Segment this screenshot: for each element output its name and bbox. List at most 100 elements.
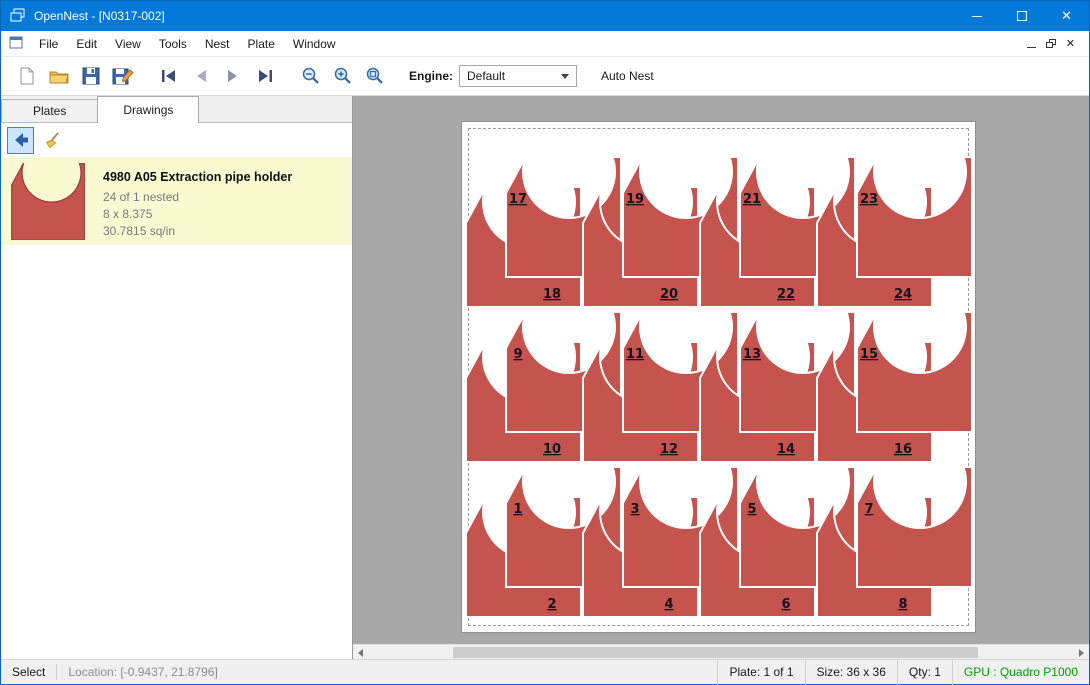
engine-label: Engine: <box>409 69 453 83</box>
part-number: 23 <box>860 192 878 207</box>
first-icon <box>160 68 178 84</box>
status-size: Size: 36 x 36 <box>805 660 897 685</box>
part-number: 15 <box>860 347 878 362</box>
menu-file[interactable]: File <box>30 31 67 57</box>
part-number: 11 <box>626 347 644 362</box>
status-qty: Qty: 1 <box>897 660 952 685</box>
tab-drawings[interactable]: Drawings <box>97 96 199 123</box>
zoom-extents-icon <box>365 66 385 86</box>
menu-bar: File Edit View Tools Nest Plate Window ✕ <box>1 31 1089 57</box>
next-plate-button[interactable] <box>217 61 249 91</box>
nest-drawing: 17 18 19 20 21 22 <box>462 122 977 634</box>
status-plate: Plate: 1 of 1 <box>717 660 804 685</box>
status-mode: Select <box>1 660 56 685</box>
save-button[interactable] <box>75 61 107 91</box>
status-location: Location: [-0.9437, 21.8796] <box>57 660 228 685</box>
nest-canvas[interactable]: 17 18 19 20 21 22 <box>353 96 1089 659</box>
part-number: 14 <box>777 442 795 457</box>
status-gpu: GPU : Quadro P1000 <box>952 660 1089 685</box>
part-number: 6 <box>781 597 790 612</box>
last-icon <box>256 68 274 84</box>
part-shape[interactable] <box>857 467 972 587</box>
back-arrow-icon <box>12 131 30 149</box>
child-minimize-icon[interactable] <box>1027 47 1036 48</box>
drawing-title: 4980 A05 Extraction pipe holder <box>103 169 292 186</box>
nested-pair: 7 8 <box>817 467 972 617</box>
new-document-button[interactable] <box>11 61 43 91</box>
part-number: 24 <box>894 287 912 302</box>
zoom-extents-button[interactable] <box>359 61 391 91</box>
new-document-icon <box>17 66 37 86</box>
previous-plate-button[interactable] <box>185 61 217 91</box>
menu-edit[interactable]: Edit <box>67 31 106 57</box>
menu-plate[interactable]: Plate <box>239 31 284 57</box>
menu-view[interactable]: View <box>106 31 150 57</box>
part-number: 3 <box>630 502 639 517</box>
back-to-plates-button[interactable] <box>7 127 34 154</box>
engine-value: Default <box>467 69 561 83</box>
save-as-button[interactable] <box>107 61 139 91</box>
nested-pair: 15 16 <box>817 312 972 462</box>
horizontal-scrollbar[interactable] <box>353 644 1089 659</box>
open-folder-icon <box>48 66 70 86</box>
scrollbar-thumb[interactable] <box>453 647 978 658</box>
zoom-in-icon <box>333 66 353 86</box>
clear-button[interactable] <box>38 127 65 154</box>
tab-strip: Plates Drawings <box>1 96 352 123</box>
last-plate-button[interactable] <box>249 61 281 91</box>
scroll-left-icon[interactable] <box>358 649 363 657</box>
part-number: 21 <box>743 192 761 207</box>
drawing-size: 8 x 8.375 <box>103 206 292 223</box>
next-icon <box>225 68 241 84</box>
part-number: 7 <box>864 502 873 517</box>
part-number: 1 <box>513 502 522 517</box>
part-number: 22 <box>777 287 795 302</box>
save-edit-icon <box>112 66 134 86</box>
engine-select[interactable]: Default <box>459 65 577 87</box>
drawing-list: 4980 A05 Extraction pipe holder 24 of 1 … <box>1 157 352 659</box>
list-item[interactable]: 4980 A05 Extraction pipe holder 24 of 1 … <box>1 157 352 245</box>
part-number: 13 <box>743 347 761 362</box>
zoom-out-icon <box>301 66 321 86</box>
minimize-button[interactable] <box>954 1 999 31</box>
broom-icon <box>43 131 61 149</box>
child-restore-icon[interactable] <box>1046 39 1056 48</box>
app-icon <box>10 7 26 26</box>
first-plate-button[interactable] <box>153 61 185 91</box>
part-number: 4 <box>664 597 673 612</box>
menu-nest[interactable]: Nest <box>196 31 239 57</box>
drawing-nested-count: 24 of 1 nested <box>103 189 292 206</box>
open-button[interactable] <box>43 61 75 91</box>
maximize-icon <box>1017 11 1027 21</box>
menu-tools[interactable]: Tools <box>150 31 196 57</box>
plate-sheet: 17 18 19 20 21 22 <box>461 121 976 633</box>
zoom-in-button[interactable] <box>327 61 359 91</box>
title-bar: OpenNest - [N0317-002] ✕ <box>1 1 1089 31</box>
part-number: 18 <box>543 287 561 302</box>
child-close-icon[interactable]: ✕ <box>1066 37 1075 50</box>
child-window-icon[interactable] <box>9 35 24 53</box>
part-number: 8 <box>898 597 907 612</box>
auto-nest-button[interactable]: Auto Nest <box>595 65 660 87</box>
part-number: 17 <box>509 192 527 207</box>
tool-bar: Engine: Default Auto Nest <box>1 57 1089 96</box>
window-title: OpenNest - [N0317-002] <box>34 9 165 23</box>
side-panel: Plates Drawings 4980 A05 Extraction pip <box>1 96 353 659</box>
drawing-area: 30.7815 sq/in <box>103 223 292 240</box>
close-icon: ✕ <box>1061 9 1072 24</box>
scroll-right-icon[interactable] <box>1079 649 1084 657</box>
menu-window[interactable]: Window <box>284 31 345 57</box>
minimize-icon <box>972 16 982 17</box>
maximize-button[interactable] <box>999 1 1044 31</box>
app-window: OpenNest - [N0317-002] ✕ File Edit View … <box>0 0 1090 685</box>
chevron-down-icon <box>561 74 569 79</box>
zoom-out-button[interactable] <box>295 61 327 91</box>
panel-toolbar <box>1 123 352 157</box>
close-button[interactable]: ✕ <box>1044 1 1089 31</box>
nested-pair: 23 24 <box>817 157 972 307</box>
previous-icon <box>193 68 209 84</box>
tab-plates[interactable]: Plates <box>1 99 98 122</box>
part-shape[interactable] <box>857 157 972 277</box>
part-shape[interactable] <box>857 312 972 432</box>
save-icon <box>81 66 101 86</box>
